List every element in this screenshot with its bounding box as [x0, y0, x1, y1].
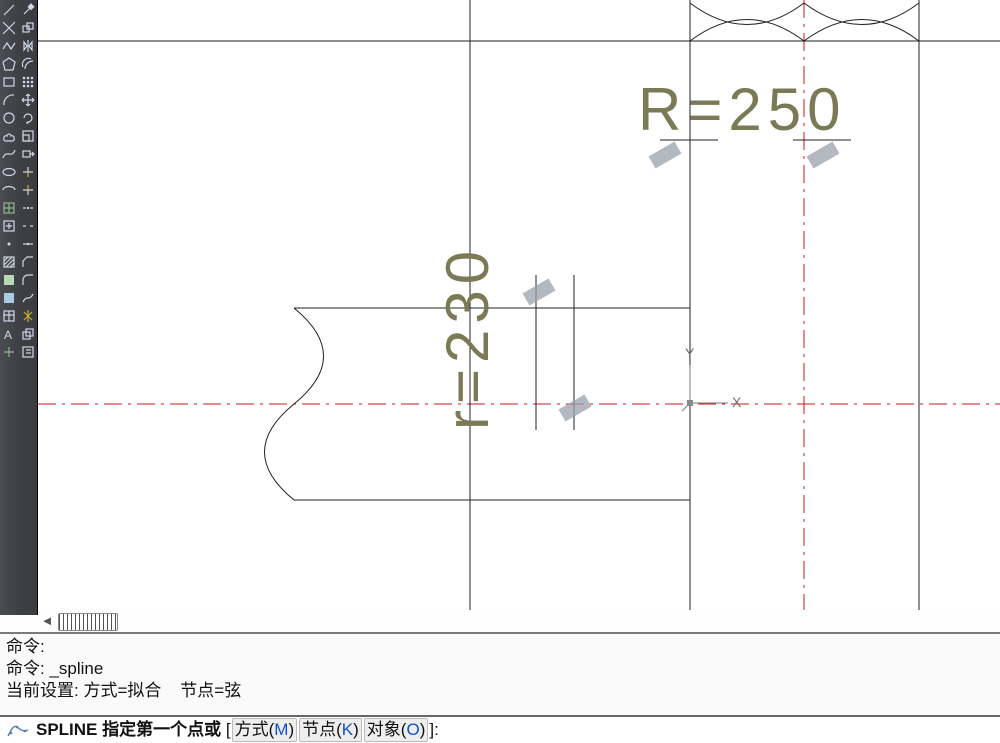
command-line-input[interactable]: SPLINE 指定第一个点或 [方式(M) 节点(K) 对象(O)]:	[0, 715, 1000, 743]
join-icon[interactable]	[20, 236, 36, 252]
insert-block-icon[interactable]	[1, 200, 17, 216]
cli-option-object[interactable]: 对象(O)	[364, 718, 429, 742]
copy-icon[interactable]	[20, 20, 36, 36]
cli-option-method[interactable]: 方式(M)	[232, 718, 298, 742]
model-tab-nav-icon[interactable]: ◄	[38, 614, 56, 630]
rotate-icon[interactable]	[20, 110, 36, 126]
offset-icon[interactable]	[20, 56, 36, 72]
cli-option-knots[interactable]: 节点(K)	[299, 718, 362, 742]
drawing-canvas[interactable]: R=250 r=230 X Y	[38, 0, 1000, 610]
cmd-hist-line: 命令: _spline	[6, 658, 996, 680]
erase-icon[interactable]	[20, 2, 36, 18]
command-history-panel: 命令: 命令: _spline 当前设置: 方式=拟合 节点=弦 SPLINE …	[0, 632, 1000, 743]
table-icon[interactable]	[1, 308, 17, 324]
svg-text:Y: Y	[685, 345, 695, 361]
svg-text:A: A	[4, 328, 12, 341]
trim-icon[interactable]	[20, 164, 36, 180]
layout-tab-strip[interactable]	[58, 613, 118, 631]
point-icon[interactable]	[1, 236, 17, 252]
polyline-icon[interactable]	[1, 38, 17, 54]
construction-line-icon[interactable]	[1, 20, 17, 36]
mirror-icon[interactable]	[20, 38, 36, 54]
break-icon[interactable]	[20, 218, 36, 234]
break-at-point-icon[interactable]	[20, 200, 36, 216]
explode-icon[interactable]	[20, 308, 36, 324]
stretch-icon[interactable]	[20, 146, 36, 162]
region-icon[interactable]	[1, 290, 17, 306]
polygon-icon[interactable]	[1, 56, 17, 72]
spline-icon[interactable]	[1, 146, 17, 162]
extend-icon[interactable]	[20, 182, 36, 198]
draworder-icon[interactable]	[20, 326, 36, 342]
arc-icon[interactable]	[1, 92, 17, 108]
add-selected-icon[interactable]	[1, 344, 17, 360]
array-icon[interactable]	[20, 74, 36, 90]
ellipse-arc-icon[interactable]	[1, 182, 17, 198]
left-toolbar: A	[0, 0, 38, 615]
properties-icon[interactable]	[20, 344, 36, 360]
move-icon[interactable]	[20, 92, 36, 108]
cmd-hist-line: 命令:	[6, 636, 996, 658]
circle-icon[interactable]	[1, 110, 17, 126]
revision-cloud-icon[interactable]	[1, 128, 17, 144]
dim-r-label: r=230	[434, 245, 501, 430]
mtext-icon[interactable]: A	[1, 326, 17, 342]
command-line-icon	[4, 720, 32, 740]
cmd-hist-line: 当前设置: 方式=拟合 节点=弦	[6, 680, 996, 702]
svg-text:X: X	[732, 394, 742, 410]
blend-icon[interactable]	[20, 290, 36, 306]
hatch-icon[interactable]	[1, 254, 17, 270]
chamfer-icon[interactable]	[20, 254, 36, 270]
make-block-icon[interactable]	[1, 218, 17, 234]
dim-R-label: R=250	[638, 76, 846, 143]
ucs-icon: X Y	[682, 345, 742, 411]
line-tool-icon[interactable]	[1, 2, 17, 18]
cli-cmd-text: SPLINE 指定第一个点或	[36, 719, 226, 741]
ellipse-icon[interactable]	[1, 164, 17, 180]
scale-icon[interactable]	[20, 128, 36, 144]
rectangle-icon[interactable]	[1, 74, 17, 90]
fillet-icon[interactable]	[20, 272, 36, 288]
gradient-icon[interactable]	[1, 272, 17, 288]
